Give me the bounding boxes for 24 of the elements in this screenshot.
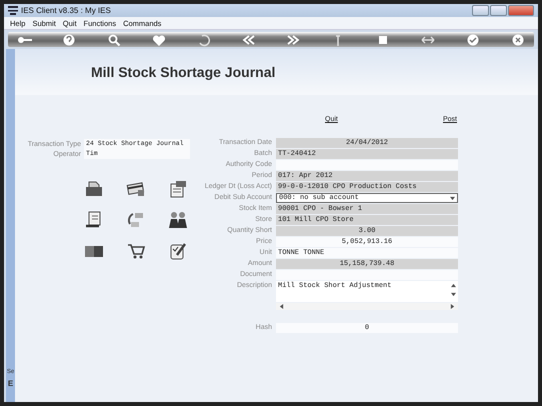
search-icon[interactable] bbox=[106, 32, 122, 46]
help-icon[interactable] bbox=[60, 32, 77, 46]
people-icon[interactable] bbox=[167, 210, 189, 230]
scroll-up-icon[interactable] bbox=[451, 283, 456, 288]
input-field[interactable] bbox=[276, 270, 458, 280]
scroll-left-icon[interactable] bbox=[279, 304, 284, 309]
maximize-button[interactable] bbox=[490, 5, 507, 16]
app-icon bbox=[8, 6, 18, 15]
side-key[interactable]: E bbox=[8, 379, 14, 388]
page-title: Mill Stock Shortage Journal bbox=[91, 64, 276, 80]
forward-icon[interactable] bbox=[285, 32, 302, 46]
cart-icon[interactable] bbox=[125, 241, 147, 261]
scroll-right-icon[interactable] bbox=[450, 304, 455, 309]
rewind-icon[interactable] bbox=[240, 32, 257, 46]
dropdown-arrow-icon[interactable] bbox=[450, 196, 455, 200]
input-field[interactable] bbox=[276, 160, 458, 170]
heart-icon[interactable] bbox=[150, 32, 167, 46]
printer-icon[interactable] bbox=[83, 179, 105, 199]
minimize-button[interactable] bbox=[472, 5, 489, 16]
scrollbar[interactable] bbox=[276, 303, 458, 310]
close-icon[interactable] bbox=[510, 32, 526, 46]
window-title: IES Client v8.35 : My IES bbox=[21, 6, 112, 15]
scroll-down-icon[interactable] bbox=[451, 292, 456, 297]
check-icon[interactable] bbox=[465, 32, 482, 46]
